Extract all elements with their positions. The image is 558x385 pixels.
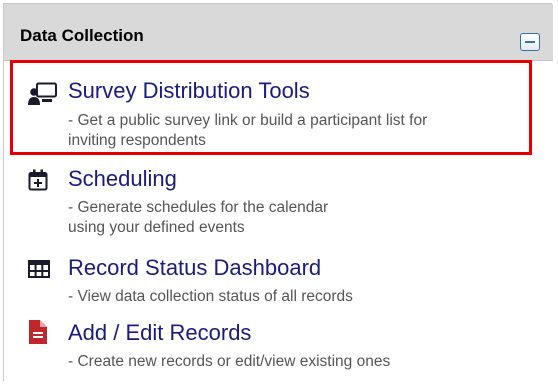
document-icon [29, 320, 47, 344]
menu-item-scheduling: Scheduling - Generate schedules for the … [4, 160, 553, 240]
collapse-button[interactable] [520, 33, 540, 51]
panel-title: Data Collection [20, 26, 144, 45]
record-status-dashboard-description: - View data collection status of all rec… [68, 288, 353, 305]
add-edit-records-description: - Create new records or edit/view existi… [68, 353, 391, 370]
record-status-dashboard-link[interactable]: Record Status Dashboard [68, 255, 321, 281]
highlight-box [10, 60, 532, 155]
minus-icon [525, 41, 535, 43]
add-edit-records-link[interactable]: Add / Edit Records [68, 320, 251, 346]
scheduling-description: - Generate schedules for the calendar us… [68, 199, 329, 236]
table-grid-icon [28, 260, 50, 278]
calendar-plus-icon [28, 169, 48, 191]
menu-item-record-status-dashboard: Record Status Dashboard - View data coll… [4, 251, 553, 311]
scheduling-link[interactable]: Scheduling [68, 166, 177, 192]
menu-item-add-edit-records: Add / Edit Records - Create new records … [4, 316, 553, 376]
panel-header: Data Collection [4, 4, 553, 61]
